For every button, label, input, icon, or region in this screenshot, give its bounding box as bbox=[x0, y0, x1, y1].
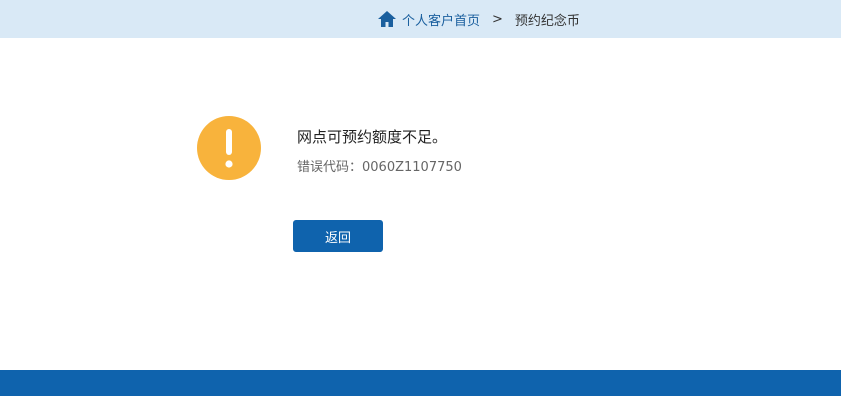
page: 个人客户首页 > 预约纪念币 网点可预约额度不足。 错误代码：0060Z1107… bbox=[0, 0, 841, 396]
top-breadcrumb-bar: 个人客户首页 > 预约纪念币 bbox=[0, 0, 841, 38]
exclamation-icon bbox=[197, 116, 261, 180]
error-code-line: 错误代码：0060Z1107750 bbox=[297, 156, 462, 175]
error-code-value: 0060Z1107750 bbox=[362, 160, 462, 175]
breadcrumb-current: 预约纪念币 bbox=[514, 13, 580, 29]
breadcrumb-home-link[interactable]: 个人客户首页 bbox=[402, 10, 480, 29]
footer-bar bbox=[0, 370, 841, 396]
home-icon[interactable] bbox=[377, 10, 397, 28]
message-title: 网点可预约额度不足。 bbox=[297, 128, 448, 146]
return-button[interactable]: 返回 bbox=[293, 220, 383, 252]
breadcrumb: 个人客户首页 > 预约纪念币 bbox=[377, 0, 580, 38]
breadcrumb-separator: > bbox=[492, 11, 503, 27]
error-code-label: 错误代码： bbox=[297, 160, 363, 175]
